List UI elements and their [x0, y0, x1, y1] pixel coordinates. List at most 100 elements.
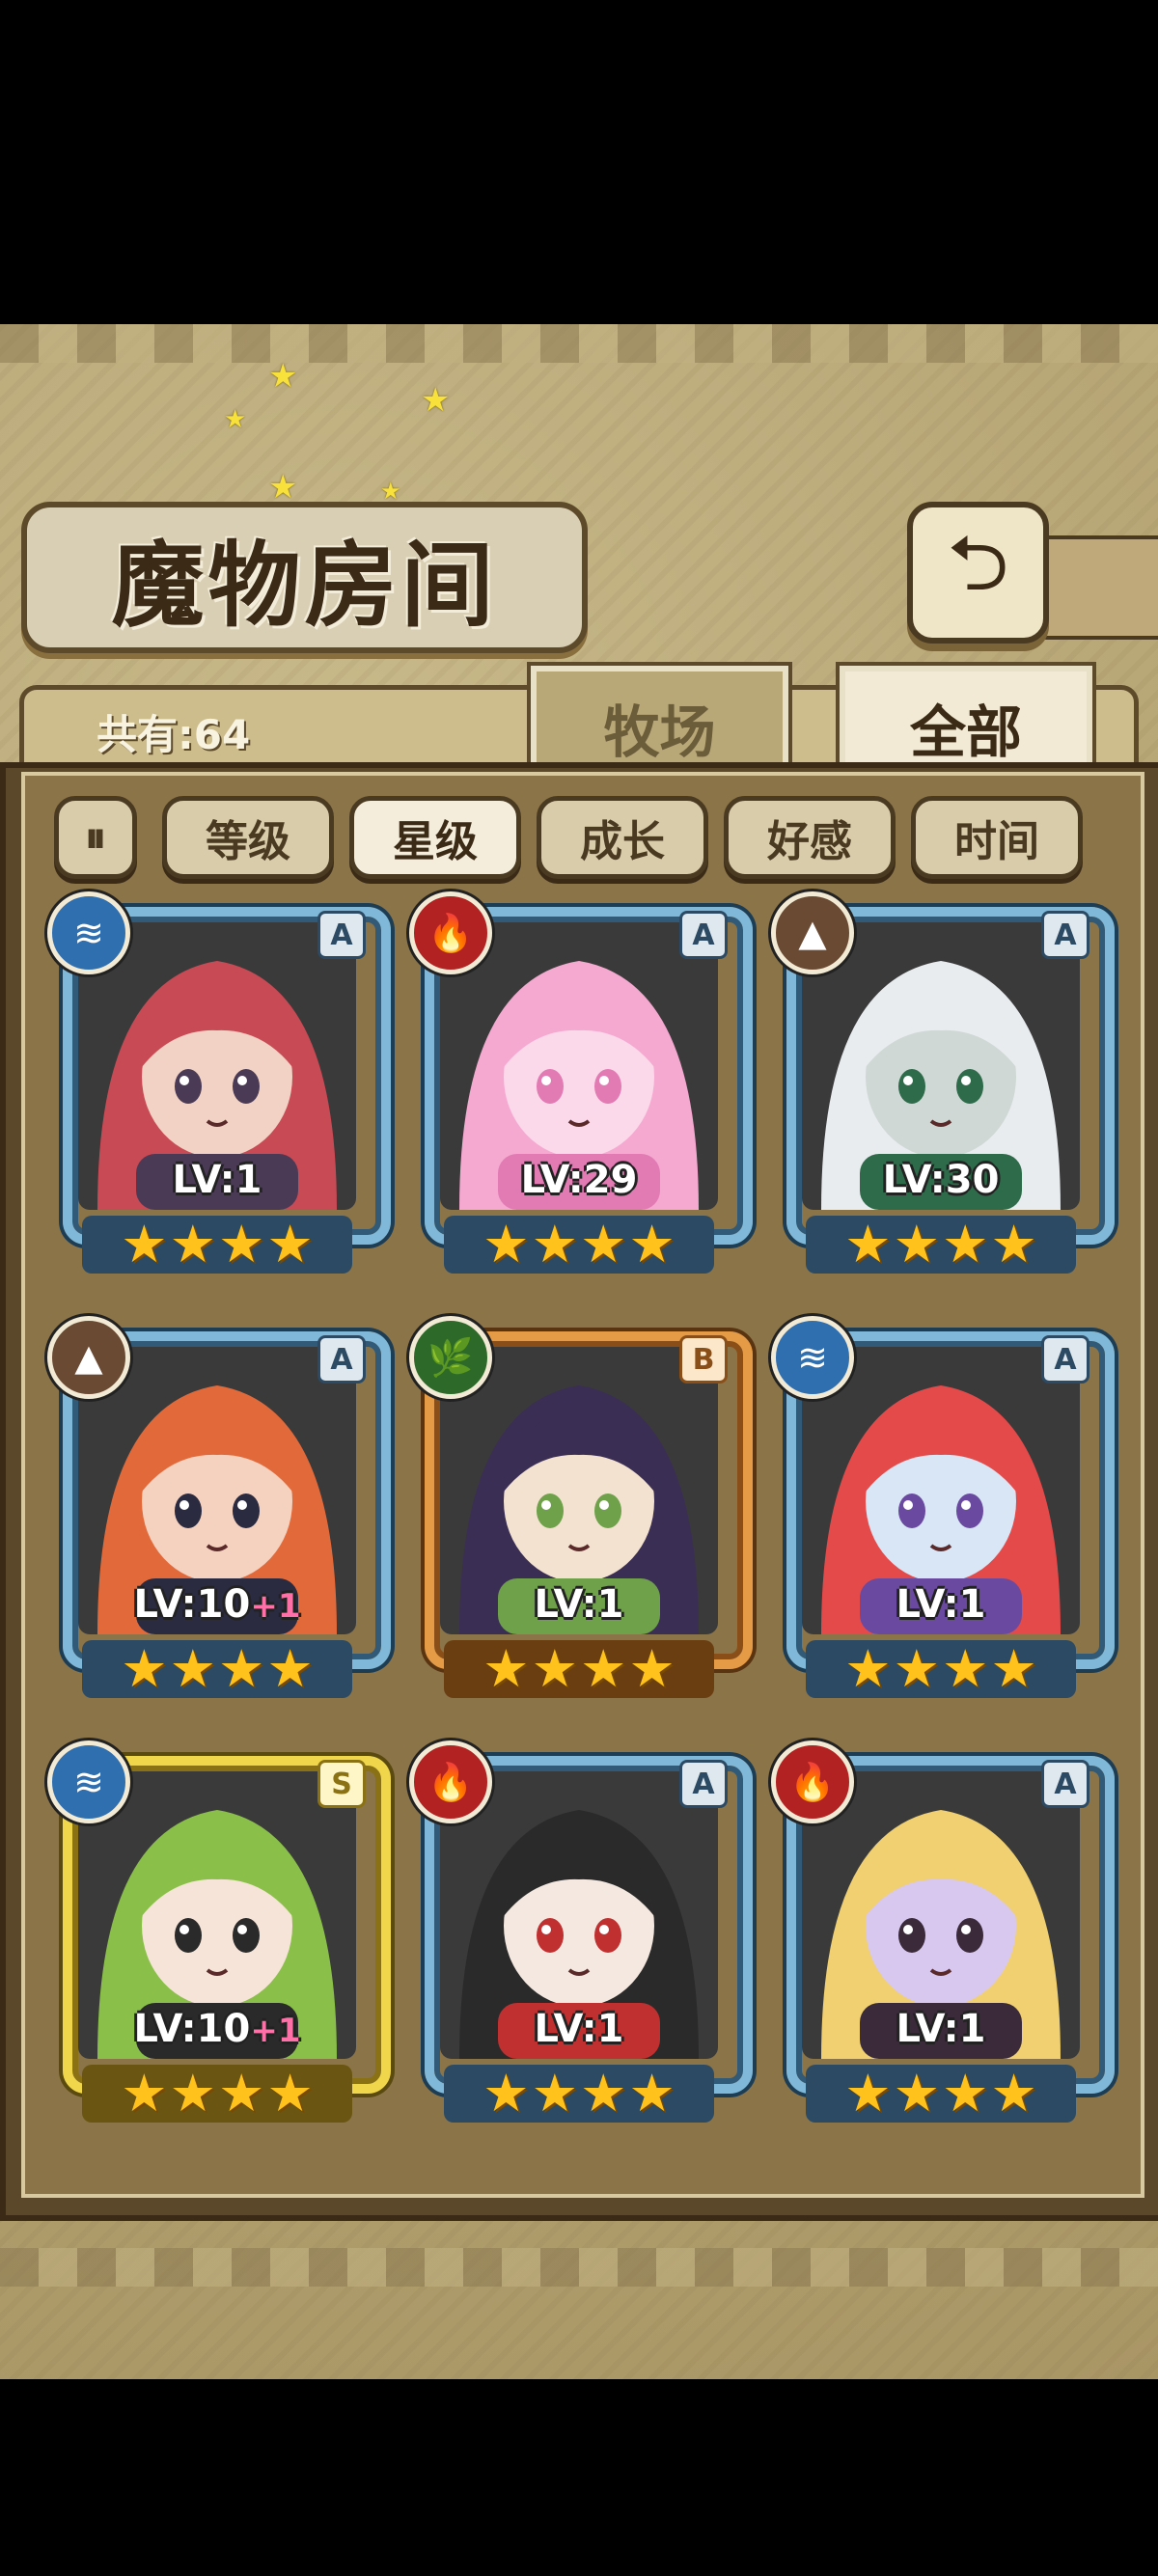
star-icon: ★: [893, 2063, 940, 2124]
star-icon: ★: [169, 1214, 216, 1274]
star-icon: ★: [844, 1638, 892, 1699]
star-rating: ★ ★ ★ ★: [444, 1640, 714, 1698]
water-element-icon: ≋: [47, 1740, 130, 1823]
star-icon: ★: [942, 2063, 989, 2124]
star-rating: ★ ★ ★ ★: [82, 1216, 352, 1274]
rank-badge: A: [1041, 1335, 1089, 1384]
star-icon: ★: [990, 1638, 1037, 1699]
monster-card[interactable]: LV:1 ★ ★ ★ ★ A ≋: [47, 891, 391, 1283]
sort-toggle-icon: ⏸: [85, 812, 106, 863]
star-icon: ★: [893, 1638, 940, 1699]
star-rating: ★ ★ ★ ★: [82, 2065, 352, 2123]
back-arrow-icon: ⮌: [947, 517, 1009, 608]
star-icon: ★: [121, 2063, 168, 2124]
monster-card[interactable]: LV:1 ★ ★ ★ ★ A 🔥: [771, 1740, 1115, 2132]
sort-bar: ⏸ 等级 星级 成长 好感 时间: [48, 796, 1110, 883]
sparkle-star-icon: ★: [268, 357, 298, 396]
star-rating: ★ ★ ★ ★: [806, 1216, 1076, 1274]
star-icon: ★: [218, 1638, 265, 1699]
rank-badge: A: [317, 911, 366, 959]
monster-count: 共有:64: [96, 711, 251, 758]
star-icon: ★: [169, 2063, 216, 2124]
sparkle-star-icon: ★: [268, 468, 298, 507]
title-plate: 魔物房间: [21, 502, 588, 653]
status-bar-area: [0, 0, 1158, 324]
rank-badge: A: [679, 1760, 728, 1808]
monster-level: LV:10+1: [53, 1582, 381, 1627]
monster-level: LV:1: [777, 2007, 1105, 2051]
sort-growth-button[interactable]: 成长: [537, 796, 708, 879]
wood-element-icon: 🌿: [409, 1316, 492, 1399]
star-icon: ★: [628, 1638, 676, 1699]
star-icon: ★: [531, 2063, 578, 2124]
rank-badge: A: [1041, 1760, 1089, 1808]
star-icon: ★: [893, 1214, 940, 1274]
rank-badge: S: [317, 1760, 366, 1808]
star-icon: ★: [266, 1638, 314, 1699]
star-rating: ★ ★ ★ ★: [444, 2065, 714, 2123]
decor-border-top: [0, 324, 1158, 363]
level-bonus: +1: [250, 2012, 301, 2050]
decor-border-bottom: [0, 2248, 1158, 2287]
star-rating: ★ ★ ★ ★: [82, 1640, 352, 1698]
star-icon: ★: [531, 1638, 578, 1699]
star-icon: ★: [844, 1214, 892, 1274]
level-text: LV:10: [133, 2007, 251, 2051]
monster-level: LV:1: [415, 2007, 743, 2051]
level-text: LV:1: [172, 1158, 262, 1202]
fire-element-icon: 🔥: [409, 1740, 492, 1823]
monster-card[interactable]: LV:30 ★ ★ ★ ★ A ▲: [771, 891, 1115, 1283]
monster-level: LV:30: [777, 1158, 1105, 1202]
star-icon: ★: [990, 2063, 1037, 2124]
level-text: LV:1: [534, 2007, 624, 2051]
star-icon: ★: [580, 1214, 627, 1274]
star-icon: ★: [628, 1214, 676, 1274]
star-icon: ★: [942, 1214, 989, 1274]
star-icon: ★: [266, 2063, 314, 2124]
earth-element-icon: ▲: [771, 891, 854, 974]
star-icon: ★: [169, 1638, 216, 1699]
water-element-icon: ≋: [47, 891, 130, 974]
monster-card[interactable]: LV:29 ★ ★ ★ ★ A 🔥: [409, 891, 753, 1283]
monster-card[interactable]: LV:1 ★ ★ ★ ★ A 🔥: [409, 1740, 753, 2132]
monster-card[interactable]: LV:1 ★ ★ ★ ★ A ≋: [771, 1316, 1115, 1708]
monster-level: LV:10+1: [53, 2007, 381, 2051]
sort-time-button[interactable]: 时间: [911, 796, 1083, 879]
star-icon: ★: [121, 1214, 168, 1274]
star-icon: ★: [218, 2063, 265, 2124]
monster-level: LV:1: [415, 1582, 743, 1627]
earth-element-icon: ▲: [47, 1316, 130, 1399]
star-icon: ★: [482, 1214, 530, 1274]
sort-star-button[interactable]: 星级: [349, 796, 521, 879]
page-title: 魔物房间: [111, 531, 498, 640]
level-text: LV:30: [882, 1158, 1000, 1202]
monster-level: LV:29: [415, 1158, 743, 1202]
back-button-tab: [1037, 535, 1158, 640]
star-icon: ★: [482, 1638, 530, 1699]
monster-card[interactable]: LV:10+1 ★ ★ ★ ★ A ▲: [47, 1316, 391, 1708]
star-icon: ★: [531, 1214, 578, 1274]
rank-badge: A: [1041, 911, 1089, 959]
star-icon: ★: [266, 1214, 314, 1274]
star-rating: ★ ★ ★ ★: [444, 1216, 714, 1274]
level-text: LV:10: [133, 1582, 251, 1627]
water-element-icon: ≋: [771, 1316, 854, 1399]
back-button[interactable]: ⮌: [907, 502, 1049, 644]
sort-level-button[interactable]: 等级: [162, 796, 334, 879]
level-bonus: +1: [250, 1587, 301, 1626]
star-icon: ★: [844, 2063, 892, 2124]
level-text: LV:1: [896, 2007, 986, 2051]
sort-order-toggle[interactable]: ⏸: [54, 796, 137, 879]
monster-card[interactable]: LV:10+1 ★ ★ ★ ★ S ≋: [47, 1740, 391, 2132]
monster-card[interactable]: LV:1 ★ ★ ★ ★ B 🌿: [409, 1316, 753, 1708]
star-icon: ★: [628, 2063, 676, 2124]
fire-element-icon: 🔥: [771, 1740, 854, 1823]
rank-badge: A: [317, 1335, 366, 1384]
monster-level: LV:1: [777, 1582, 1105, 1627]
rank-badge: A: [679, 911, 728, 959]
sort-affection-button[interactable]: 好感: [724, 796, 896, 879]
navigation-bar-area: [0, 2379, 1158, 2576]
star-icon: ★: [990, 1214, 1037, 1274]
star-rating: ★ ★ ★ ★: [806, 2065, 1076, 2123]
sparkle-star-icon: ★: [224, 405, 247, 434]
